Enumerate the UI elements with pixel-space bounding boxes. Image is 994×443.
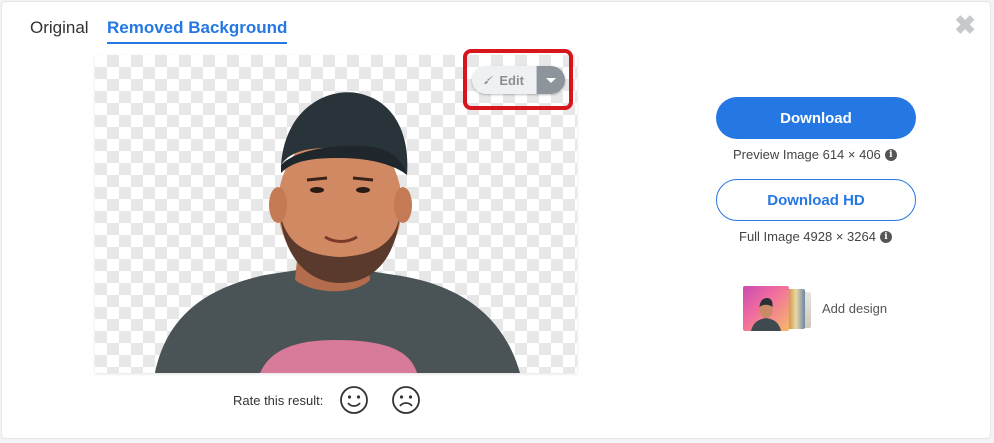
add-design-button[interactable]: Add design [743,286,887,331]
preview-image-info: Preview Image 614 × 406 i [733,147,897,162]
add-design-label: Add design [822,301,888,316]
tab-removed-background[interactable]: Removed Background [107,18,288,44]
full-image-text: Full Image 4928 × 3264 [739,229,876,244]
edit-button[interactable]: Edit [472,66,538,94]
frown-icon[interactable] [391,385,421,415]
design-thumbnails [743,286,813,331]
brush-icon [484,73,495,88]
info-icon[interactable]: i [884,148,897,161]
close-icon[interactable]: ✖ [954,12,976,38]
tab-original[interactable]: Original [30,18,89,42]
smile-icon[interactable] [339,385,369,415]
info-icon[interactable]: i [879,230,892,243]
design-thumbnail [743,286,789,331]
download-hd-button[interactable]: Download HD [716,179,916,221]
rating-row: Rate this result: [233,385,443,415]
rate-label: Rate this result: [233,392,324,408]
caret-down-icon [546,77,557,83]
download-button[interactable]: Download [716,97,916,139]
edit-dropdown-button[interactable] [537,66,565,94]
edit-button-group: Edit [472,66,565,94]
edit-label: Edit [499,72,524,88]
preview-image-text: Preview Image 614 × 406 [733,147,881,162]
design-thumbnail [787,289,805,329]
full-image-info: Full Image 4928 × 3264 i [739,229,892,244]
